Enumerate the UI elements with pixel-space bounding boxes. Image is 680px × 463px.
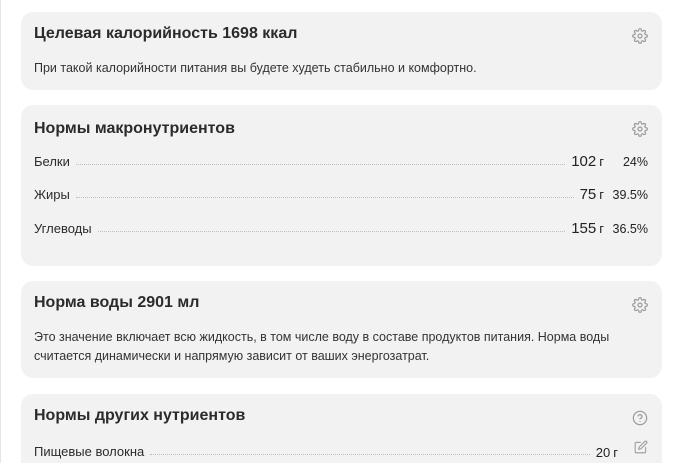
macro-row-fat: Жиры 75 г 39.5% (34, 184, 648, 204)
macro-label: Белки (34, 154, 70, 169)
dotted-leader (75, 197, 574, 198)
water-title: Норма воды 2901 мл (34, 294, 200, 311)
water-card: Норма воды 2901 мл Это значение включает… (21, 281, 662, 378)
gear-icon (632, 297, 648, 313)
macro-label: Углеводы (34, 221, 92, 236)
macro-row-protein: Белки 102 г 24% (34, 151, 648, 171)
macro-percent: 39.5% (612, 188, 648, 202)
macro-label: Жиры (34, 187, 70, 202)
macros-card: Нормы макронутриентов Белки 102 г 24% Жир… (21, 105, 662, 266)
divider (0, 0, 1, 463)
nutrient-row-fiber: Пищевые волокна 20 г (34, 440, 648, 461)
nutrient-value: 20 г (595, 445, 618, 460)
macros-title: Нормы макронутриентов (34, 120, 235, 137)
macro-percent: 36.5% (612, 222, 648, 236)
calorie-title: Целевая калорийность 1698 ккал (34, 25, 298, 42)
calorie-description: При такой калорийности питания вы будете… (34, 61, 477, 75)
edit-button[interactable] (618, 440, 648, 461)
water-description: Это значение включает всю жидкость, в то… (34, 330, 610, 363)
macro-value: 102 г (571, 153, 604, 170)
other-nutrients-title: Нормы других нутриентов (34, 407, 246, 424)
other-nutrients-help-button[interactable] (631, 409, 649, 427)
calorie-card: Целевая калорийность 1698 ккал При такой… (21, 12, 662, 90)
macro-value: 75 г (579, 186, 604, 203)
edit-icon (634, 440, 648, 459)
dotted-leader (97, 231, 566, 232)
help-circle-icon (632, 410, 648, 426)
macro-row-carbs: Углеводы 155 г 36.5% (34, 218, 648, 238)
macro-percent: 24% (622, 155, 648, 169)
calorie-settings-button[interactable] (631, 27, 649, 45)
nutrition-norms-page: Целевая калорийность 1698 ккал При такой… (0, 0, 680, 463)
macros-settings-button[interactable] (631, 120, 649, 138)
water-settings-button[interactable] (631, 296, 649, 314)
nutrient-label: Пищевые волокна (34, 444, 145, 459)
gear-icon (632, 121, 648, 137)
dotted-leader (150, 454, 590, 455)
gear-icon (632, 28, 648, 44)
dotted-leader (75, 164, 566, 165)
macro-value: 155 г (571, 220, 604, 237)
other-nutrients-card: Нормы других нутриентов Пищевые волокна … (21, 394, 662, 463)
